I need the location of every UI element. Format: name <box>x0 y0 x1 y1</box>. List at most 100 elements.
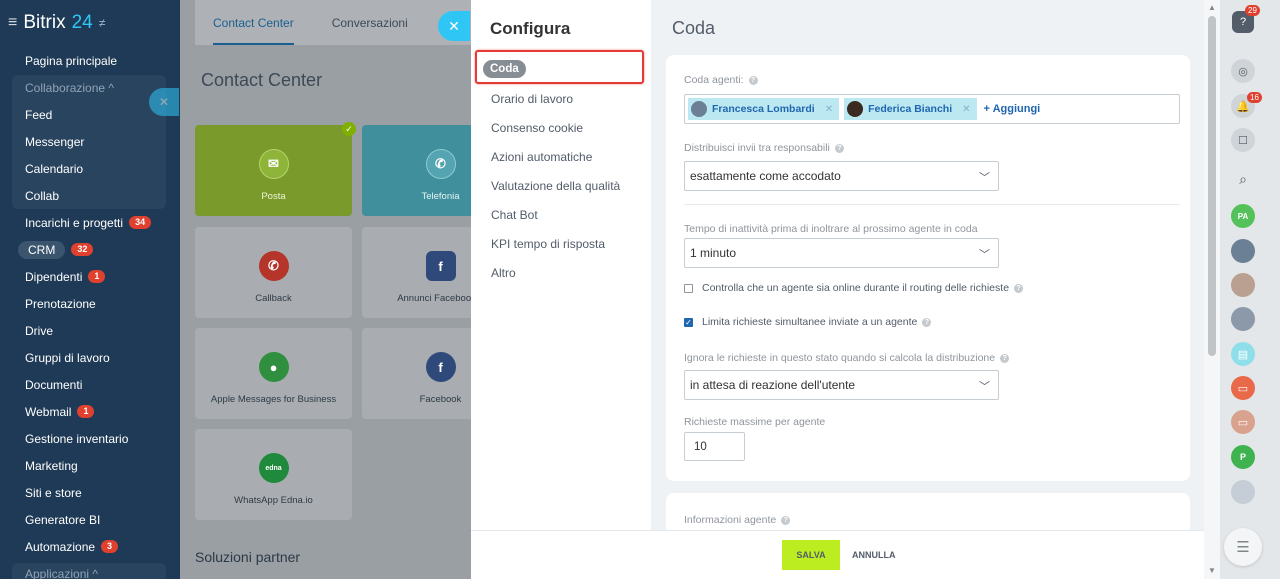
remove-icon[interactable]: ✕ <box>825 104 833 115</box>
avatar[interactable]: P <box>1231 445 1255 469</box>
mail-icon: ✉ <box>258 149 289 179</box>
avatar[interactable] <box>1231 239 1255 263</box>
help-icon[interactable]: ? <box>922 317 932 327</box>
footer-bar: SALVA ANNULLA <box>471 530 1204 579</box>
add-agent-link[interactable]: + Aggiungi <box>984 103 1041 115</box>
checkbox-checked[interactable]: ✓ <box>684 317 693 327</box>
sidebar-item-booking[interactable]: Prenotazione <box>0 290 180 317</box>
nav-item-chat-bot[interactable]: Chat Bot <box>491 208 538 222</box>
scroll-thumb[interactable] <box>1208 16 1216 356</box>
ignore-status-select[interactable]: in attesa di reazione dell'utente ﹀ <box>684 370 999 400</box>
help-icon[interactable]: ? <box>834 143 844 153</box>
idle-time-select[interactable]: 1 minuto ﹀ <box>684 238 999 268</box>
sidebar-item-applications[interactable]: Applicazioni ^ <box>0 560 180 579</box>
contact-card-icon[interactable]: ▭ <box>1231 410 1255 434</box>
cancel-button[interactable]: ANNULLA <box>852 540 896 570</box>
check-online-checkbox[interactable]: Controlla che un agente sia online duran… <box>684 282 1024 294</box>
sidebar-item-employees[interactable]: Dipendenti 1 <box>0 263 180 290</box>
tasks-badge: 34 <box>129 216 152 229</box>
remove-icon[interactable]: ✕ <box>962 104 970 115</box>
highlight-box <box>475 50 644 84</box>
tile-label: Posta <box>261 191 286 202</box>
settings-nav: Configura Coda Orario di lavoro Consenso… <box>471 0 651 530</box>
tile-apple-messages[interactable]: ● Apple Messages for Business <box>195 328 352 419</box>
sidebar-item-tasks[interactable]: Incarichi e progetti 34 <box>0 209 180 236</box>
search-icon[interactable]: ⌕ <box>1231 167 1255 191</box>
divider <box>684 204 1180 205</box>
avatar[interactable] <box>1231 307 1255 331</box>
help-icon[interactable]: ? <box>748 75 758 85</box>
sidebar-item-collab[interactable]: Collab <box>0 182 180 209</box>
nav-item-quality-rating[interactable]: Valutazione della qualità <box>491 179 620 193</box>
left-sidebar: ≡ Bitrix 24 ≠ Pagina principale Collabor… <box>0 0 180 579</box>
tile-telefonia[interactable]: ✆ Telefonia <box>362 125 471 216</box>
list-menu-icon[interactable]: ☰ <box>1224 528 1262 566</box>
avatar[interactable] <box>1231 273 1255 297</box>
sidebar-menu: Pagina principale Collaborazione ^ Feed … <box>0 47 180 579</box>
help-icon[interactable]: ? <box>781 515 791 525</box>
logo[interactable]: ≡ Bitrix 24 ≠ <box>8 12 105 34</box>
sidebar-item-drive[interactable]: Drive <box>0 317 180 344</box>
sidebar-item-messenger[interactable]: Messenger <box>0 128 180 155</box>
chat-icon[interactable]: ☐ <box>1231 128 1255 152</box>
agent-chip[interactable]: Francesca Lombardi ✕ <box>688 98 840 120</box>
menu-icon[interactable]: ≡ <box>8 14 17 32</box>
sidebar-item-documents[interactable]: Documenti <box>0 371 180 398</box>
agents-selector[interactable]: Francesca Lombardi ✕ Federica Bianchi ✕ … <box>684 94 1180 124</box>
limit-requests-checkbox[interactable]: ✓ Limita richieste simultanee inviate a u… <box>684 316 932 328</box>
nav-item-other[interactable]: Altro <box>491 266 516 280</box>
background-page: Contact Center Conversazioni S Contact C… <box>180 0 471 579</box>
avatar[interactable] <box>1231 480 1255 504</box>
sidebar-item-home[interactable]: Pagina principale <box>0 47 180 74</box>
tab-contact-center[interactable]: Contact Center <box>213 0 294 45</box>
tab-conversations[interactable]: Conversazioni <box>332 0 408 45</box>
sidebar-item-automation[interactable]: Automazione 3 <box>0 533 180 560</box>
sidebar-close-icon[interactable]: ✕ <box>149 88 179 116</box>
save-button[interactable]: SALVA <box>782 540 840 570</box>
scrollbar[interactable]: ▲ ▼ <box>1204 0 1220 579</box>
checkbox[interactable] <box>684 283 693 293</box>
nav-item-automatic-actions[interactable]: Azioni automatiche <box>491 150 592 164</box>
help-icon[interactable]: ? <box>1014 283 1024 293</box>
contact-card-icon[interactable]: ▭ <box>1231 376 1255 400</box>
sidebar-item-marketing[interactable]: Marketing <box>0 452 180 479</box>
max-requests-input[interactable]: 10 <box>684 432 745 461</box>
logo-number: 24 <box>71 12 93 33</box>
avatar[interactable]: PA <box>1231 204 1255 228</box>
sidebar-item-calendar[interactable]: Calendario <box>0 155 180 182</box>
pin-icon[interactable]: ≠ <box>99 16 106 30</box>
automation-badge: 3 <box>101 540 119 553</box>
distribute-select[interactable]: esattamente come accodato ﹀ <box>684 161 999 191</box>
tile-posta[interactable]: ✉ Posta <box>195 125 352 216</box>
close-slider-icon[interactable]: ✕ <box>438 11 470 41</box>
scroll-down-icon[interactable]: ▼ <box>1208 566 1216 575</box>
sidebar-item-sites[interactable]: Siti e store <box>0 479 180 506</box>
help-icon[interactable]: ? <box>1000 353 1010 363</box>
scroll-up-icon[interactable]: ▲ <box>1208 3 1216 12</box>
chevron-down-icon: ﹀ <box>979 172 990 184</box>
tile-label: Callback <box>255 293 292 304</box>
background-tabs: Contact Center Conversazioni S <box>195 0 471 45</box>
chat-group-icon[interactable]: ▤ <box>1231 342 1255 366</box>
nav-item-working-hours[interactable]: Orario di lavoro <box>491 92 573 106</box>
facebook-ads-icon: f <box>425 251 456 281</box>
sidebar-item-workgroups[interactable]: Gruppi di lavoro <box>0 344 180 371</box>
crm-badge: 32 <box>71 243 94 256</box>
nav-item-kpi[interactable]: KPI tempo di risposta <box>491 237 605 251</box>
sidebar-item-webmail[interactable]: Webmail 1 <box>0 398 180 425</box>
tile-label: WhatsApp Edna.io <box>234 495 313 506</box>
tile-facebook[interactable]: f Facebook <box>362 328 471 419</box>
tile-callback[interactable]: ✆ Callback <box>195 227 352 318</box>
tile-facebook-ads[interactable]: f Annunci Facebook p <box>362 227 471 318</box>
agent-chip[interactable]: Federica Bianchi ✕ <box>844 98 977 120</box>
sidebar-item-inventory[interactable]: Gestione inventario <box>0 425 180 452</box>
tile-whatsapp-edna[interactable]: edna WhatsApp Edna.io <box>195 429 352 520</box>
copilot-icon[interactable]: ◎ <box>1231 59 1255 83</box>
sidebar-item-bi[interactable]: Generatore BI <box>0 506 180 533</box>
sidebar-item-crm[interactable]: CRM 32 <box>0 236 180 263</box>
agent-name: Francesca Lombardi <box>712 103 815 115</box>
logo-text: Bitrix <box>23 12 66 33</box>
background-title: Contact Center <box>201 70 323 90</box>
chevron-down-icon: ﹀ <box>979 381 990 393</box>
nav-item-cookie-consent[interactable]: Consenso cookie <box>491 121 583 135</box>
